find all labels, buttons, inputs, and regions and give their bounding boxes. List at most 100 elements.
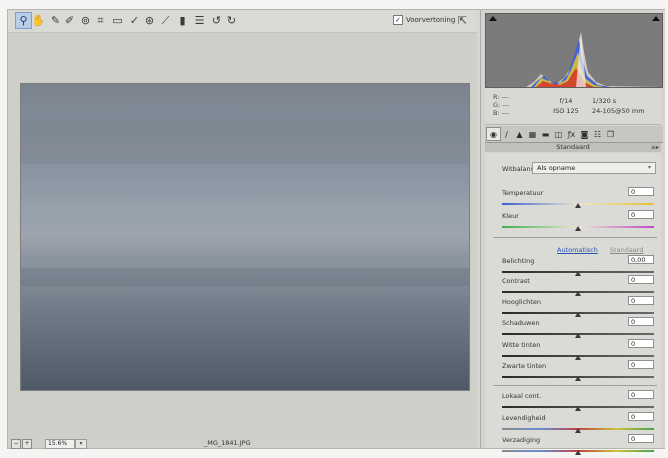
zoom-in-button[interactable]: + xyxy=(22,439,32,449)
slider-thumb[interactable] xyxy=(575,312,581,317)
camera-calibration-tab-icon[interactable]: ◙ xyxy=(578,128,591,140)
slider-thumb[interactable] xyxy=(575,226,581,231)
lens-corrections-tab-icon[interactable]: ◫ xyxy=(552,128,565,140)
aperture: f/14 xyxy=(559,97,573,105)
effects-tab-icon[interactable]: ƒx xyxy=(565,128,578,140)
preview-toggle[interactable]: ✓ Voorvertoning xyxy=(393,15,455,25)
tone-curve-tab-icon[interactable]: ∕ xyxy=(500,128,513,140)
crop-tool-icon[interactable]: ⌗ xyxy=(93,13,108,28)
slider-verzadiging: Verzadiging 0 xyxy=(502,434,654,458)
auto-link[interactable]: Automatisch xyxy=(557,246,598,254)
auto-default-links: Automatisch Standaard xyxy=(557,246,643,254)
section-header: Standaard ≡▸ xyxy=(485,143,661,152)
slider-value-input[interactable]: 0 xyxy=(628,275,654,284)
rotate-right-icon[interactable]: ↻ xyxy=(224,13,239,28)
g-label: G: xyxy=(493,101,501,109)
slider-temperatuur: Temperatuur 0 xyxy=(502,187,654,211)
lens: 24-105@50 mm xyxy=(592,107,645,115)
slider-label: Belichting xyxy=(502,257,535,265)
toolbar: ⚲ ✋ ✎ ✐ ⊚ ⌗ ▭ ✓ ⊛ ⟋ ▮ ☰ ↺ ↻ ✓ Voorvertoning ⇱ xyxy=(8,10,477,33)
slider-label: Temperatuur xyxy=(502,189,544,197)
slider-zwarte-tinten: Zwarte tinten 0 xyxy=(502,360,654,384)
spot-removal-tool-icon[interactable]: ✓ xyxy=(127,13,142,28)
camera-raw-window: ⚲ ✋ ✎ ✐ ⊚ ⌗ ▭ ✓ ⊛ ⟋ ▮ ☰ ↺ ↻ ✓ Voorvertoning ⇱ − + 15.… xyxy=(7,9,665,455)
zoom-dropdown-arrow-icon[interactable]: ▾ xyxy=(75,439,87,449)
slider-thumb[interactable] xyxy=(575,450,581,455)
status-bar: − + 15.6% ▾ _MG_1841.JPG xyxy=(8,439,477,449)
white-balance-value: Als opname xyxy=(537,164,576,172)
slider-value-input[interactable]: 0 xyxy=(628,360,654,369)
fullscreen-toggle-icon[interactable]: ⇱ xyxy=(455,13,470,27)
white-balance-tool-icon[interactable]: ✎ xyxy=(48,13,63,28)
hand-tool-icon[interactable]: ✋ xyxy=(31,13,46,28)
slider-thumb[interactable] xyxy=(575,333,581,338)
slider-label: Schaduwen xyxy=(502,319,540,327)
r-value: --- xyxy=(501,93,509,101)
slider-thumb[interactable] xyxy=(575,271,581,276)
image-preview-area xyxy=(8,33,477,439)
slider-value-input[interactable]: 0 xyxy=(628,390,654,399)
slider-thumb[interactable] xyxy=(575,428,581,433)
photo-preview xyxy=(20,83,470,391)
slider-value-input[interactable]: 0 xyxy=(628,210,654,219)
detail-tab-icon[interactable]: ▲ xyxy=(513,128,526,140)
slider-value-input[interactable]: 0 xyxy=(628,187,654,196)
slider-schaduwen: Schaduwen 0 xyxy=(502,317,654,341)
camera-info: R: --- G: --- B: --- f/14 1/320 s ISO 125… xyxy=(485,88,661,125)
snapshots-tab-icon[interactable]: ❐ xyxy=(604,128,617,140)
split-toning-tab-icon[interactable]: ▬ xyxy=(539,128,552,140)
slider-lokaal-cont: Lokaal cont. 0 xyxy=(502,390,654,414)
slider-label: Zwarte tinten xyxy=(502,362,547,370)
slider-thumb[interactable] xyxy=(575,291,581,296)
basic-controls: Witbalans: Als opname ▾ Automatisch Stan… xyxy=(485,153,661,455)
white-balance-select[interactable]: Als opname ▾ xyxy=(532,162,656,174)
slider-label: Lokaal cont. xyxy=(502,392,542,400)
targeted-adjustment-tool-icon[interactable]: ⊚ xyxy=(78,13,93,28)
slider-levendigheid: Levendigheid 0 xyxy=(502,412,654,436)
slider-thumb[interactable] xyxy=(575,376,581,381)
panel-tabs: ◉ ∕ ▲ ▦ ▬ ◫ ƒx ◙ ☷ ❐ xyxy=(485,126,663,143)
b-label: B: xyxy=(493,109,500,117)
panel-menu-icon[interactable]: ≡▸ xyxy=(651,143,659,152)
slider-label: Contrast xyxy=(502,277,530,285)
straighten-tool-icon[interactable]: ▭ xyxy=(110,13,125,28)
slider-thumb[interactable] xyxy=(575,355,581,360)
slider-value-input[interactable]: 0 xyxy=(628,339,654,348)
zoom-level-select[interactable]: 15.6% xyxy=(45,439,75,449)
histogram-graph xyxy=(526,32,662,87)
file-name: _MG_1841.JPG xyxy=(204,439,251,447)
slider-value-input[interactable]: 0 xyxy=(628,317,654,326)
graduated-filter-icon[interactable]: ▮ xyxy=(175,13,190,28)
rotate-left-icon[interactable]: ↺ xyxy=(209,13,224,28)
slider-label: Verzadiging xyxy=(502,436,541,444)
section-title: Standaard xyxy=(556,143,590,151)
hsl-tab-icon[interactable]: ▦ xyxy=(526,128,539,140)
color-sampler-tool-icon[interactable]: ✐ xyxy=(62,13,77,28)
iso: ISO 125 xyxy=(553,107,579,115)
zoom-out-button[interactable]: − xyxy=(11,439,21,449)
default-link[interactable]: Standaard xyxy=(610,246,644,254)
slider-label: Witte tinten xyxy=(502,341,541,349)
slider-value-input[interactable]: 0 xyxy=(628,296,654,305)
preferences-icon[interactable]: ☰ xyxy=(192,13,207,28)
b-value: --- xyxy=(501,109,509,117)
preview-checkbox[interactable]: ✓ xyxy=(393,15,403,25)
rgb-readout: R: --- G: --- B: --- xyxy=(493,93,509,117)
slider-thumb[interactable] xyxy=(575,203,581,208)
adjustment-brush-icon[interactable]: ⟋ xyxy=(158,13,173,28)
divider xyxy=(493,237,657,238)
zoom-tool-icon[interactable]: ⚲ xyxy=(15,12,32,29)
slider-kleur: Kleur 0 xyxy=(502,210,654,234)
r-label: R: xyxy=(493,93,500,101)
basic-tab-icon[interactable]: ◉ xyxy=(486,127,501,141)
presets-tab-icon[interactable]: ☷ xyxy=(591,128,604,140)
histogram xyxy=(485,13,663,88)
red-eye-tool-icon[interactable]: ⊛ xyxy=(142,13,157,28)
slider-value-input[interactable]: 0 xyxy=(628,434,654,443)
adjustment-panel: R: --- G: --- B: --- f/14 1/320 s ISO 125… xyxy=(480,10,665,455)
slider-value-input[interactable]: 0 xyxy=(628,412,654,421)
slider-value-input[interactable]: 0,00 xyxy=(628,255,654,264)
slider-thumb[interactable] xyxy=(575,406,581,411)
slider-label: Levendigheid xyxy=(502,414,546,422)
exif-info: f/14 1/320 s ISO 125 24-105@50 mm xyxy=(540,96,645,116)
